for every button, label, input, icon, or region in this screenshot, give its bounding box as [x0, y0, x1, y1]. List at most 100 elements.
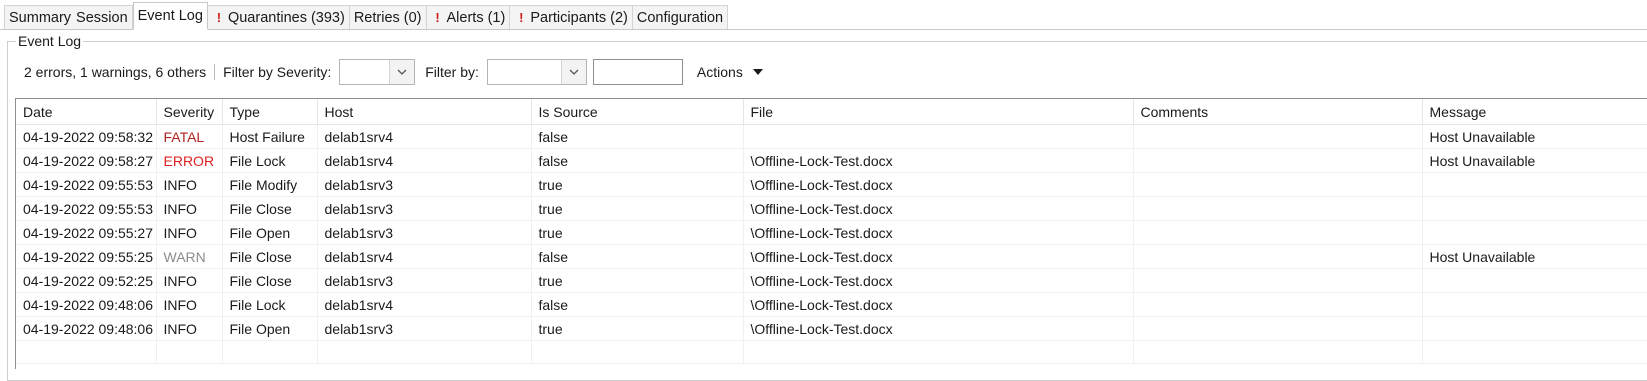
filter-text-input[interactable]	[592, 59, 683, 85]
cell-host: delab1srv3	[317, 196, 532, 221]
cell-message	[1422, 292, 1647, 317]
cell-type: File Open	[222, 316, 318, 341]
tab-label: Quarantines (393)	[227, 9, 345, 26]
cell-type: File Lock	[222, 292, 318, 317]
cell-type: File Open	[222, 220, 318, 245]
tab-retries[interactable]: Retries (0)	[349, 5, 427, 29]
cell-message	[1422, 220, 1647, 245]
cell-date: 04-19-2022 09:52:25	[16, 268, 157, 293]
filter-by-label: Filter by:	[425, 64, 479, 80]
tab-configuration[interactable]: Configuration	[632, 5, 729, 29]
cell-comments	[1133, 220, 1423, 245]
column-header-comments[interactable]: Comments	[1133, 99, 1423, 125]
cell-host: delab1srv3	[317, 268, 532, 293]
cell-host: delab1srv4	[317, 292, 532, 317]
cell-file	[743, 124, 1134, 149]
cell-host: delab1srv3	[317, 172, 532, 197]
tab-label: Alerts (1)	[446, 9, 506, 26]
cell-host: delab1srv3	[317, 220, 532, 245]
filter-by-value	[488, 60, 561, 84]
column-header-type[interactable]: Type	[222, 99, 318, 125]
cell-file: \Offline-Lock-Test.docx	[743, 196, 1134, 221]
table-header-row: Date Severity Type Host Is Source File Comment…	[16, 99, 1647, 125]
column-header-host[interactable]: Host	[317, 99, 532, 125]
cell-severity: INFO	[156, 292, 223, 317]
cell-is-source: false	[531, 148, 744, 173]
cell-comments	[1133, 196, 1423, 221]
cell-is-source: true	[531, 316, 744, 341]
tab-summary[interactable]: Summary	[4, 5, 77, 29]
cell-type: File Close	[222, 196, 318, 221]
cell-message	[1422, 316, 1647, 341]
cell-message	[1422, 268, 1647, 293]
cell-date: 04-19-2022 09:55:53	[16, 196, 157, 221]
exclamation-icon: !	[519, 9, 524, 25]
cell-message: Host Unavailable	[1422, 124, 1647, 149]
table-row[interactable]: 04-19-2022 09:55:25 WARN File Close delab1s…	[16, 244, 1647, 269]
cell-severity: INFO	[156, 172, 223, 197]
empty-cell	[1133, 340, 1423, 364]
cell-type: File Close	[222, 268, 318, 293]
empty-cell	[317, 340, 532, 364]
column-header-severity[interactable]: Severity	[156, 99, 223, 125]
tab-alerts[interactable]: ! Alerts (1)	[426, 5, 511, 29]
cell-severity: INFO	[156, 268, 223, 293]
column-header-date[interactable]: Date	[16, 99, 157, 125]
cell-comments	[1133, 172, 1423, 197]
table-row[interactable]: 04-19-2022 09:52:25 INFO File Close delab1s…	[16, 268, 1647, 293]
table-row[interactable]: 04-19-2022 09:58:32 FATAL Host Failure dela…	[16, 124, 1647, 149]
table-row[interactable]: 04-19-2022 09:55:53 INFO File Close delab1s…	[16, 196, 1647, 221]
empty-table-row	[16, 340, 1647, 364]
cell-type: File Modify	[222, 172, 318, 197]
tab-label: Summary	[9, 9, 72, 26]
cell-severity: FATAL	[156, 124, 223, 149]
table-row[interactable]: 04-19-2022 09:48:06 INFO File Lock delab1sr…	[16, 292, 1647, 317]
event-summary-text: 2 errors, 1 warnings, 6 others	[24, 64, 207, 80]
filter-by-combo[interactable]	[486, 59, 587, 85]
cell-host: delab1srv3	[317, 316, 532, 341]
chevron-down-icon[interactable]	[389, 60, 415, 84]
tab-label: Retries (0)	[353, 9, 422, 26]
cell-severity: WARN	[156, 244, 223, 269]
column-header-file[interactable]: File	[743, 99, 1134, 125]
empty-cell	[531, 340, 744, 364]
table-row[interactable]: 04-19-2022 09:55:53 INFO File Modify delab1…	[16, 172, 1647, 197]
cell-comments	[1133, 244, 1423, 269]
empty-cell	[156, 340, 223, 364]
exclamation-icon: !	[216, 9, 222, 25]
empty-cell	[16, 340, 157, 364]
column-header-is-source[interactable]: Is Source	[531, 99, 744, 125]
severity-filter-combo[interactable]	[339, 59, 416, 85]
tab-participants[interactable]: ! Participants (2)	[510, 5, 633, 29]
caret-down-icon	[752, 68, 763, 75]
cell-date: 04-19-2022 09:58:32	[16, 124, 157, 149]
cell-comments	[1133, 292, 1423, 317]
cell-file: \Offline-Lock-Test.docx	[743, 148, 1134, 173]
actions-menu-label: Actions	[696, 64, 743, 80]
cell-date: 04-19-2022 09:48:06	[16, 316, 157, 341]
tab-bar: Summary Session Event Log! Quarantines (393…	[0, 0, 1647, 30]
table-row[interactable]: 04-19-2022 09:55:27 INFO File Open delab1sr…	[16, 220, 1647, 245]
actions-menu-button[interactable]: Actions	[697, 64, 763, 80]
tab-label: Session	[76, 9, 128, 26]
cell-is-source: true	[531, 268, 744, 293]
tab-session[interactable]: Session	[72, 5, 133, 29]
chevron-down-icon[interactable]	[560, 60, 586, 84]
empty-cell	[222, 340, 318, 364]
column-header-message[interactable]: Message	[1422, 99, 1647, 125]
cell-date: 04-19-2022 09:48:06	[16, 292, 157, 317]
table-row[interactable]: 04-19-2022 09:48:06 INFO File Open delab1sr…	[16, 316, 1647, 341]
cell-type: Host Failure	[222, 124, 318, 149]
table-row[interactable]: 04-19-2022 09:58:27 ERROR File Lock delab1s…	[16, 148, 1647, 173]
tab-quarantines[interactable]: ! Quarantines (393)	[207, 5, 350, 29]
cell-message: Host Unavailable	[1422, 244, 1647, 269]
cell-message: Host Unavailable	[1422, 148, 1647, 173]
cell-host: delab1srv4	[317, 148, 532, 173]
cell-comments	[1133, 148, 1423, 173]
tab-event-log[interactable]: Event Log	[132, 2, 208, 30]
cell-is-source: true	[531, 196, 744, 221]
event-log-toolbar: 2 errors, 1 warnings, 6 others Filter by…	[24, 58, 763, 86]
event-log-group-title: Event Log	[16, 33, 84, 49]
cell-date: 04-19-2022 09:55:53	[16, 172, 157, 197]
cell-file: \Offline-Lock-Test.docx	[743, 268, 1134, 293]
